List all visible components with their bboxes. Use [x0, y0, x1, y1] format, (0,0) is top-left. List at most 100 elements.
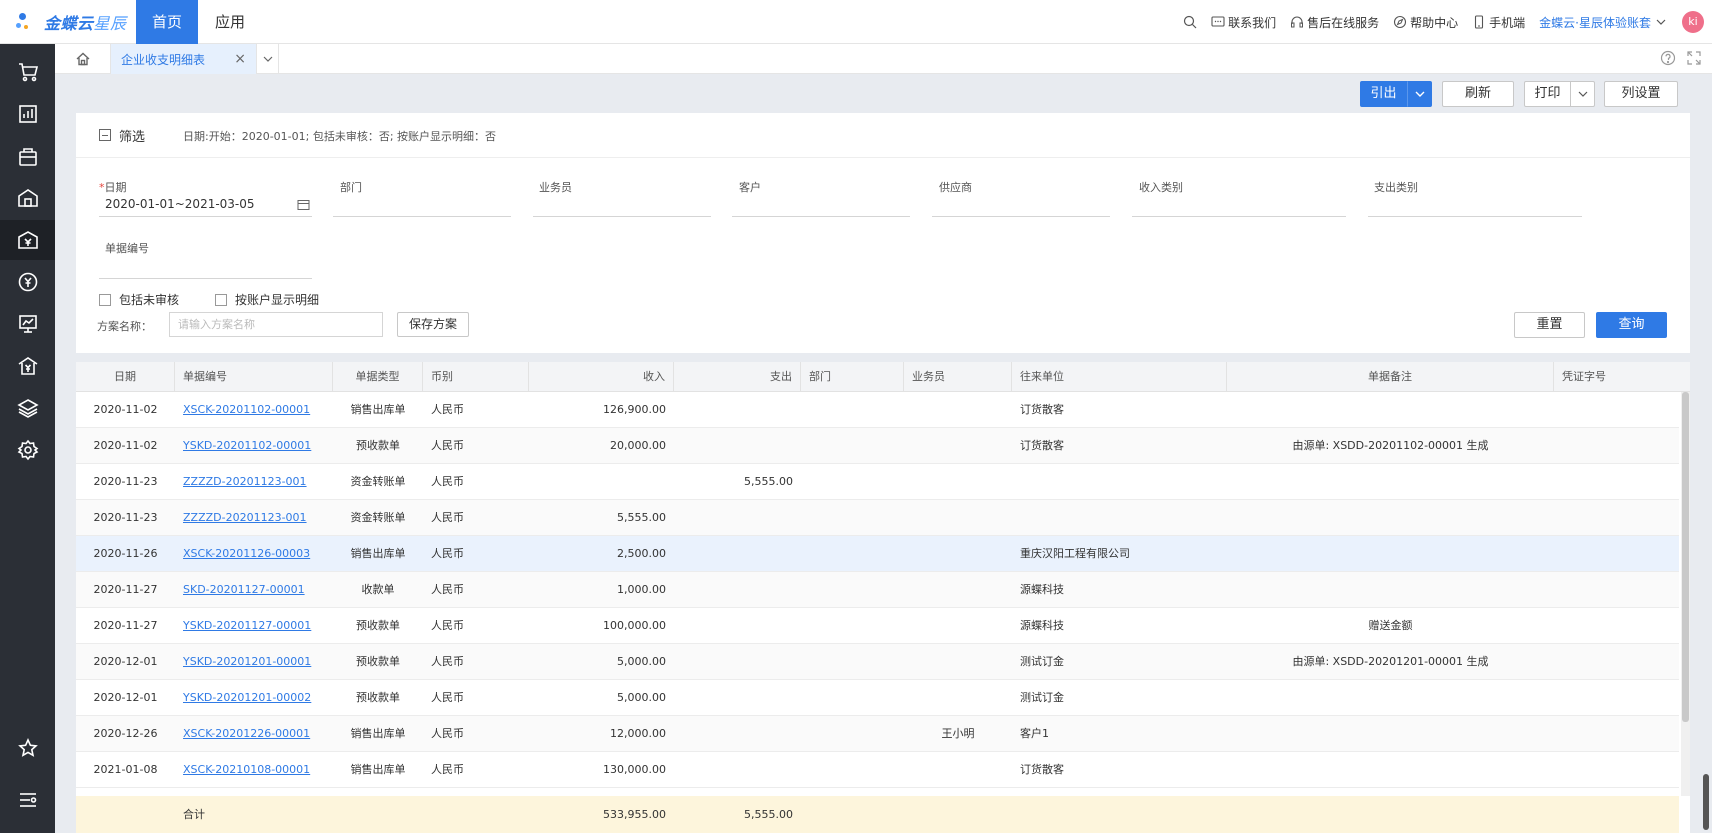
salesman-field-input[interactable]: [533, 216, 711, 217]
col-salesman[interactable]: 业务员: [904, 362, 1012, 392]
sidebar-item-house-yuan[interactable]: [0, 346, 55, 386]
col-date[interactable]: 日期: [76, 362, 175, 392]
cell-partner: 测试订金: [1020, 655, 1064, 668]
nav-home-tab[interactable]: 首页: [136, 0, 198, 44]
sidebar-item-warehouse[interactable]: [0, 178, 55, 218]
col-remark[interactable]: 单据备注: [1227, 362, 1554, 392]
table-row[interactable]: 2020-12-26 XSCK-20201226-00001 销售出库单 人民币 12,…: [76, 716, 1679, 752]
table-row[interactable]: 2021-01-08 XSCK-20210108-00001 销售出库单 人民币 130…: [76, 752, 1679, 788]
sidebar-item-bag[interactable]: [0, 136, 55, 176]
mobile-link[interactable]: 手机端: [1472, 14, 1525, 31]
account-switcher[interactable]: 金蝶云·星辰体验账套: [1539, 14, 1668, 31]
sidebar-item-cart[interactable]: [0, 52, 55, 92]
table-row[interactable]: 2020-12-01 YSKD-20201201-00001 预收款单 人民币 5,00…: [76, 644, 1679, 680]
col-partner[interactable]: 往来单位: [1012, 362, 1227, 392]
brand-logo[interactable]: 金蝶云星辰: [16, 8, 127, 36]
customer-field-input[interactable]: [732, 216, 910, 217]
page-scrollbar-thumb[interactable]: [1703, 774, 1709, 830]
fullscreen-icon[interactable]: [1686, 50, 1702, 66]
table-row[interactable]: 2020-11-23 ZZZZD-20201123-001 资金转账单 人民币 5,55…: [76, 500, 1679, 536]
search-button[interactable]: [1183, 15, 1197, 29]
supplier-field-input[interactable]: [932, 216, 1110, 217]
cell-doc-no[interactable]: YSKD-20201102-00001: [175, 428, 333, 464]
help-icon[interactable]: [1660, 50, 1676, 66]
close-icon[interactable]: ×: [234, 52, 246, 66]
col-expense[interactable]: 支出: [674, 362, 801, 392]
cell-salesman: [904, 644, 1012, 680]
table-scroll-thumb[interactable]: [1682, 392, 1689, 722]
tab-more-button[interactable]: [257, 44, 279, 74]
print-dropdown-button[interactable]: [1570, 81, 1595, 107]
cell-doc-no[interactable]: XSCK-20201226-00001: [175, 716, 333, 752]
filter-title[interactable]: 筛选: [119, 126, 145, 145]
cell-doc-no[interactable]: YSKD-20201201-00002: [175, 680, 333, 716]
after-sales-label: 售后在线服务: [1307, 15, 1380, 30]
cell-doc-no[interactable]: YSKD-20201201-00001: [175, 644, 333, 680]
cell-doc-no[interactable]: XSCK-20210108-00001: [175, 752, 333, 788]
cell-date: 2020-12-01: [93, 655, 158, 668]
sidebar-item-favorites[interactable]: [0, 728, 55, 768]
table-row[interactable]: 2020-11-27 YSKD-20201127-00001 预收款单 人民币 100,…: [76, 608, 1679, 644]
export-dropdown-button[interactable]: [1407, 81, 1432, 107]
cell-voucher: [1554, 608, 1679, 644]
export-button[interactable]: 引出: [1360, 81, 1407, 107]
sidebar-item-menu[interactable]: [0, 780, 55, 820]
cell-doc-no[interactable]: SKD-20201127-00001: [175, 572, 333, 608]
nav-app-tab[interactable]: 应用: [208, 0, 252, 44]
cell-department: [801, 572, 904, 608]
col-currency[interactable]: 币别: [423, 362, 529, 392]
after-sales-link[interactable]: 售后在线服务: [1290, 14, 1379, 31]
table-row[interactable]: 2020-11-26 XSCK-20201126-00003 销售出库单 人民币 2,5…: [76, 536, 1679, 572]
cell-expense: [674, 500, 801, 536]
sidebar-item-layers[interactable]: [0, 388, 55, 428]
query-button[interactable]: 查询: [1596, 312, 1667, 338]
save-scheme-button[interactable]: 保存方案: [397, 312, 469, 337]
col-income[interactable]: 收入: [529, 362, 674, 392]
calendar-icon[interactable]: [297, 198, 310, 211]
income-type-field-input[interactable]: [1132, 216, 1346, 217]
show-by-account-checkbox[interactable]: 按账户显示明细: [215, 291, 319, 308]
sidebar-item-report[interactable]: [0, 94, 55, 134]
col-doc-type[interactable]: 单据类型: [333, 362, 423, 392]
tab-enterprise-income-expense[interactable]: 企业收支明细表 ×: [111, 44, 257, 74]
column-settings-button[interactable]: 列设置: [1604, 81, 1678, 107]
table-row[interactable]: 2020-11-23 ZZZZD-20201123-001 资金转账单 人民币 5,55…: [76, 464, 1679, 500]
include-unaudited-checkbox[interactable]: 包括未审核: [99, 291, 179, 308]
expense-type-field-input[interactable]: [1368, 216, 1582, 217]
col-voucher[interactable]: 凭证字号: [1554, 362, 1679, 392]
doc-no-field-input[interactable]: [99, 278, 312, 279]
cell-expense: [674, 428, 801, 464]
cell-doc-no[interactable]: XSCK-20201126-00003: [175, 536, 333, 572]
refresh-button[interactable]: 刷新: [1442, 81, 1514, 107]
help-center-link[interactable]: 帮助中心: [1393, 14, 1458, 31]
contact-us-link[interactable]: 联系我们: [1211, 14, 1276, 31]
col-doc-no[interactable]: 单据编号: [175, 362, 333, 392]
col-department[interactable]: 部门: [801, 362, 904, 392]
cell-doc-no[interactable]: ZZZZD-20201123-001: [175, 464, 333, 500]
scheme-name-input[interactable]: 请输入方案名称: [169, 312, 383, 337]
cell-salesman: [904, 392, 1012, 428]
table-row[interactable]: 2020-11-02 YSKD-20201102-00001 预收款单 人民币 20,0…: [76, 428, 1679, 464]
reset-button[interactable]: 重置: [1514, 312, 1585, 338]
table-row[interactable]: 2020-11-27 SKD-20201127-00001 收款单 人民币 1,000.…: [76, 572, 1679, 608]
sidebar-item-finance[interactable]: [0, 220, 55, 260]
cell-currency: 人民币: [431, 691, 464, 704]
sidebar-item-monitor[interactable]: [0, 304, 55, 344]
collapse-icon[interactable]: [99, 129, 111, 141]
cell-department: [801, 716, 904, 752]
cell-doc-no[interactable]: ZZZZD-20201123-001: [175, 500, 333, 536]
cell-income: 20,000.00: [610, 439, 666, 452]
cell-currency: 人民币: [431, 763, 464, 776]
department-field-input[interactable]: [333, 216, 511, 217]
date-field-value[interactable]: 2020-01-01~2021-03-05: [105, 197, 255, 211]
sidebar-item-settings[interactable]: [0, 430, 55, 470]
sidebar-item-yuan[interactable]: [0, 262, 55, 302]
table-row[interactable]: 2020-11-02 XSCK-20201102-00001 销售出库单 人民币 126…: [76, 392, 1679, 428]
cell-department: [801, 464, 904, 500]
print-button[interactable]: 打印: [1524, 81, 1571, 107]
avatar[interactable]: ki: [1682, 11, 1704, 33]
cell-doc-no[interactable]: XSCK-20201102-00001: [175, 392, 333, 428]
tab-home[interactable]: [55, 44, 111, 74]
table-row[interactable]: 2020-12-01 YSKD-20201201-00002 预收款单 人民币 5,00…: [76, 680, 1679, 716]
cell-doc-no[interactable]: YSKD-20201127-00001: [175, 608, 333, 644]
